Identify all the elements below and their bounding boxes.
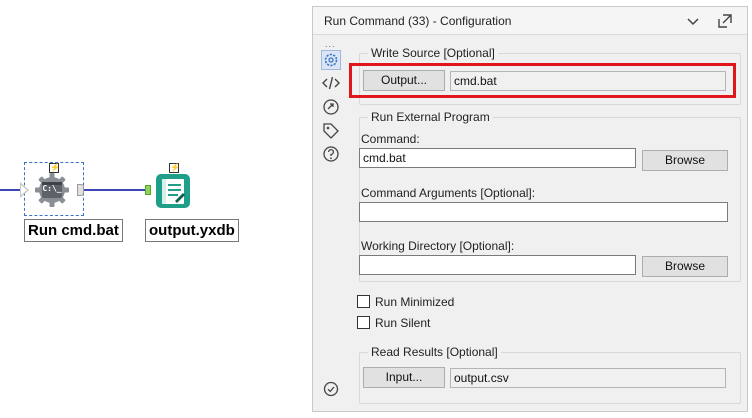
- code-icon[interactable]: [321, 73, 341, 93]
- working-directory-input[interactable]: [359, 255, 636, 275]
- run-command-input-anchor[interactable]: [20, 182, 29, 198]
- run-command-tool-label[interactable]: Run cmd.bat: [24, 219, 123, 242]
- run-command-output-anchor[interactable]: [77, 184, 84, 196]
- run-command-icon-text: C:\_: [42, 184, 62, 193]
- run-minimized-label[interactable]: Run Minimized: [375, 295, 454, 309]
- run-silent-label[interactable]: Run Silent: [375, 316, 430, 330]
- gear-icon[interactable]: [321, 50, 341, 70]
- write-source-title: Write Source [Optional]: [368, 46, 498, 60]
- popout-icon[interactable]: [716, 12, 734, 30]
- connection-run-to-output[interactable]: [84, 189, 146, 191]
- chevron-down-icon[interactable]: [684, 12, 702, 30]
- output-data-input-anchor[interactable]: [145, 185, 151, 195]
- command-arguments-input[interactable]: [359, 202, 728, 222]
- browse-working-directory-button[interactable]: Browse: [642, 256, 728, 277]
- command-input[interactable]: cmd.bat: [359, 148, 636, 168]
- read-results-title: Read Results [Optional]: [368, 345, 501, 359]
- working-directory-label: Working Directory [Optional]:: [361, 239, 515, 253]
- command-label: Command:: [361, 132, 420, 146]
- run-command-gear-icon[interactable]: C:\_: [34, 172, 70, 208]
- check-circle-icon[interactable]: [323, 381, 339, 397]
- lightning-icon: ⚡: [169, 163, 180, 173]
- read-results-value-field[interactable]: output.csv: [450, 368, 726, 388]
- output-data-tool-label[interactable]: output.yxdb: [145, 219, 239, 242]
- panel-sidebar: ...: [313, 36, 349, 412]
- tag-icon[interactable]: [321, 121, 341, 141]
- sidebar-dots: ...: [325, 39, 336, 49]
- input-button[interactable]: Input...: [363, 367, 445, 388]
- panel-header: Run Command (33) - Configuration: [313, 7, 747, 35]
- incoming-connection[interactable]: [0, 189, 22, 191]
- annotation-icon[interactable]: [321, 97, 341, 117]
- run-minimized-checkbox[interactable]: [357, 295, 370, 308]
- workflow-canvas[interactable]: ⚡ C:\_ Run cmd.bat ⚡ output.yxdb: [0, 0, 311, 418]
- help-icon[interactable]: [321, 144, 341, 164]
- output-data-book-icon[interactable]: [155, 173, 191, 209]
- panel-title: Run Command (33) - Configuration: [324, 14, 512, 28]
- browse-command-button[interactable]: Browse: [642, 150, 728, 171]
- run-silent-checkbox[interactable]: [357, 316, 370, 329]
- command-arguments-label: Command Arguments [Optional]:: [361, 186, 536, 200]
- run-external-program-title: Run External Program: [368, 110, 493, 124]
- highlight-box: [349, 63, 736, 98]
